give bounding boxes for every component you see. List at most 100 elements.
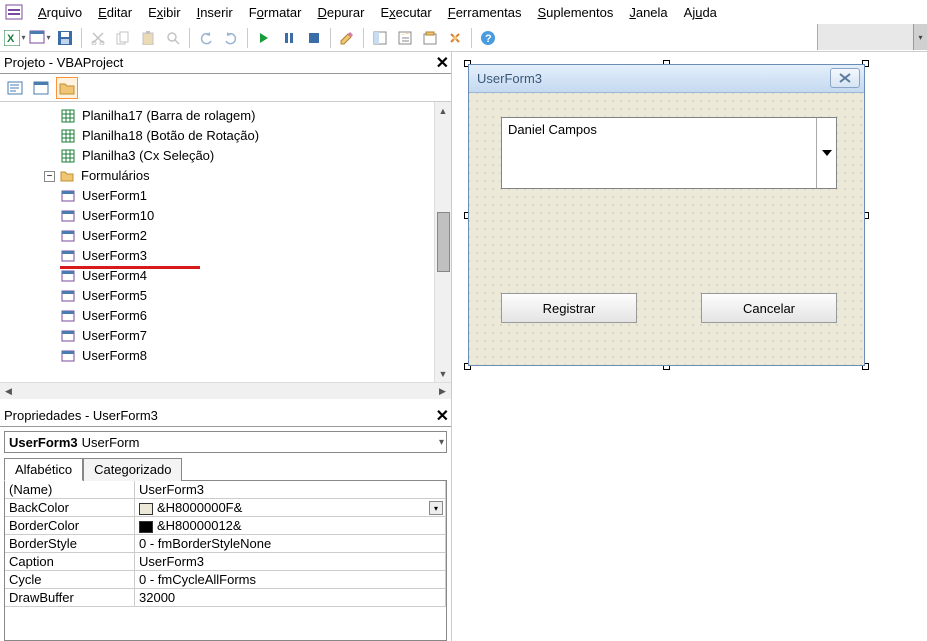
project-panel-title: Projeto - VBAProject	[4, 55, 123, 70]
help-icon[interactable]: ?	[477, 27, 499, 49]
cut-icon[interactable]	[87, 27, 109, 49]
tree-item-sheet[interactable]: Planilha18 (Botão de Rotação)	[20, 126, 451, 146]
save-icon[interactable]	[54, 27, 76, 49]
property-value[interactable]: 32000	[135, 589, 446, 607]
scroll-thumb[interactable]	[437, 212, 450, 272]
userform-body[interactable]: Daniel Campos Registrar Cancelar	[469, 93, 864, 365]
tree-item-form[interactable]: UserForm1	[20, 186, 451, 206]
cancelar-button[interactable]: Cancelar	[701, 293, 837, 323]
tab-alphabetic[interactable]: Alfabético	[4, 458, 83, 481]
properties-panel-close-icon[interactable]: ✕	[436, 406, 449, 426]
run-icon[interactable]	[253, 27, 275, 49]
combobox-value: Daniel Campos	[508, 122, 597, 137]
toolbar-overflow-button[interactable]: ▾	[913, 24, 927, 50]
tree-item-form[interactable]: UserForm5	[20, 286, 451, 306]
property-row[interactable]: BorderColor&H80000012&	[5, 517, 446, 535]
property-row[interactable]: BackColor&H8000000F&▾	[5, 499, 446, 517]
property-value[interactable]: 0 - fmBorderStyleNone	[135, 535, 446, 553]
menu-ajuda[interactable]: Ajuda	[676, 3, 725, 22]
view-code-icon[interactable]	[4, 77, 26, 99]
scroll-down-icon[interactable]: ▼	[435, 365, 451, 382]
menu-inserir[interactable]: Inserir	[189, 3, 241, 22]
properties-panel-title: Propriedades - UserForm3	[4, 408, 158, 423]
undo-icon[interactable]	[195, 27, 217, 49]
tree-item-form[interactable]: UserForm10	[20, 206, 451, 226]
property-row[interactable]: BorderStyle0 - fmBorderStyleNone	[5, 535, 446, 553]
menu-editar[interactable]: Editar	[90, 3, 140, 22]
property-name: (Name)	[5, 481, 135, 499]
tree-item-sheet[interactable]: Planilha3 (Cx Seleção)	[20, 146, 451, 166]
find-icon[interactable]	[162, 27, 184, 49]
property-value[interactable]: UserForm3	[135, 553, 446, 571]
property-value[interactable]: 0 - fmCycleAllForms	[135, 571, 446, 589]
menu-arquivo[interactable]: Arquivo	[30, 3, 90, 22]
userform-preview[interactable]: UserForm3 Daniel Campos Registrar Cancel…	[468, 64, 865, 366]
scroll-left-icon[interactable]: ◀	[0, 383, 17, 400]
tree-item-form[interactable]: UserForm8	[20, 346, 451, 366]
menu-janela[interactable]: Janela	[621, 3, 675, 22]
userform-icon	[60, 228, 76, 244]
userform-icon	[60, 288, 76, 304]
insert-userform-icon[interactable]: ▾	[29, 27, 51, 49]
dropdown-icon[interactable]: ▾	[439, 437, 444, 448]
menu-suplementos[interactable]: Suplementos	[529, 3, 621, 22]
view-object-icon[interactable]	[30, 77, 52, 99]
property-row[interactable]: (Name)UserForm3	[5, 481, 446, 499]
properties-object-selector[interactable]: UserForm3 UserForm ▾	[4, 431, 447, 453]
vba-app-icon	[4, 3, 24, 21]
folder-icon	[59, 168, 75, 184]
property-row[interactable]: Cycle0 - fmCycleAllForms	[5, 571, 446, 589]
tree-item-form[interactable]: UserForm6	[20, 306, 451, 326]
design-mode-icon[interactable]	[336, 27, 358, 49]
tree-item-form[interactable]: UserForm4	[20, 266, 451, 286]
excel-icon[interactable]: X▾	[4, 27, 26, 49]
object-browser-icon[interactable]	[419, 27, 441, 49]
menu-formatar[interactable]: Formatar	[241, 3, 310, 22]
registrar-button[interactable]: Registrar	[501, 293, 637, 323]
combobox-dropdown-button[interactable]	[816, 118, 836, 188]
tree-scrollbar[interactable]: ▲ ▼	[434, 102, 451, 382]
tree-item-sheet[interactable]: Planilha17 (Barra de rolagem)	[20, 106, 451, 126]
tree-item-form[interactable]: UserForm7	[20, 326, 451, 346]
redo-icon[interactable]	[220, 27, 242, 49]
menu-exibir[interactable]: Exibir	[140, 3, 189, 22]
tree-hscrollbar[interactable]: ◀ ▶	[0, 382, 451, 399]
properties-tabs: Alfabético Categorizado	[4, 457, 447, 481]
combobox-control[interactable]: Daniel Campos	[501, 117, 837, 189]
userform-titlebar: UserForm3	[469, 65, 864, 93]
pause-icon[interactable]	[278, 27, 300, 49]
menu-depurar[interactable]: Depurar	[309, 3, 372, 22]
form-designer[interactable]: UserForm3 Daniel Campos Registrar Cancel…	[452, 52, 927, 641]
worksheet-icon	[60, 128, 76, 144]
collapse-icon[interactable]: −	[44, 171, 55, 182]
project-panel-close-icon[interactable]: ✕	[436, 53, 449, 73]
properties-icon[interactable]	[394, 27, 416, 49]
userform-icon	[60, 268, 76, 284]
toolbar-overflow: ▾	[817, 24, 927, 50]
menu-executar[interactable]: Executar	[372, 3, 439, 22]
property-row[interactable]: CaptionUserForm3	[5, 553, 446, 571]
toggle-folders-icon[interactable]	[56, 77, 78, 99]
userform-close-button[interactable]	[830, 68, 860, 88]
property-row[interactable]: DrawBuffer32000	[5, 589, 446, 607]
dropdown-icon[interactable]: ▾	[429, 501, 443, 515]
project-panel-header: Projeto - VBAProject ✕	[0, 52, 451, 74]
color-swatch	[139, 503, 153, 515]
tab-categorized[interactable]: Categorizado	[83, 458, 182, 481]
property-value[interactable]: &H80000012&	[135, 517, 446, 535]
stop-icon[interactable]	[303, 27, 325, 49]
tree-item-form[interactable]: UserForm2	[20, 226, 451, 246]
project-explorer-icon[interactable]	[369, 27, 391, 49]
tree-item-form-selected[interactable]: UserForm3	[20, 246, 451, 266]
color-swatch	[139, 521, 153, 533]
menu-ferramentas[interactable]: Ferramentas	[440, 3, 530, 22]
copy-icon[interactable]	[112, 27, 134, 49]
scroll-up-icon[interactable]: ▲	[435, 102, 451, 119]
paste-icon[interactable]	[137, 27, 159, 49]
property-name: BorderStyle	[5, 535, 135, 553]
property-value[interactable]: UserForm3	[135, 481, 446, 499]
property-value[interactable]: &H8000000F&▾	[135, 499, 446, 517]
toolbox-icon[interactable]	[444, 27, 466, 49]
tree-folder-forms[interactable]: − Formulários	[20, 166, 451, 186]
scroll-right-icon[interactable]: ▶	[434, 383, 451, 400]
